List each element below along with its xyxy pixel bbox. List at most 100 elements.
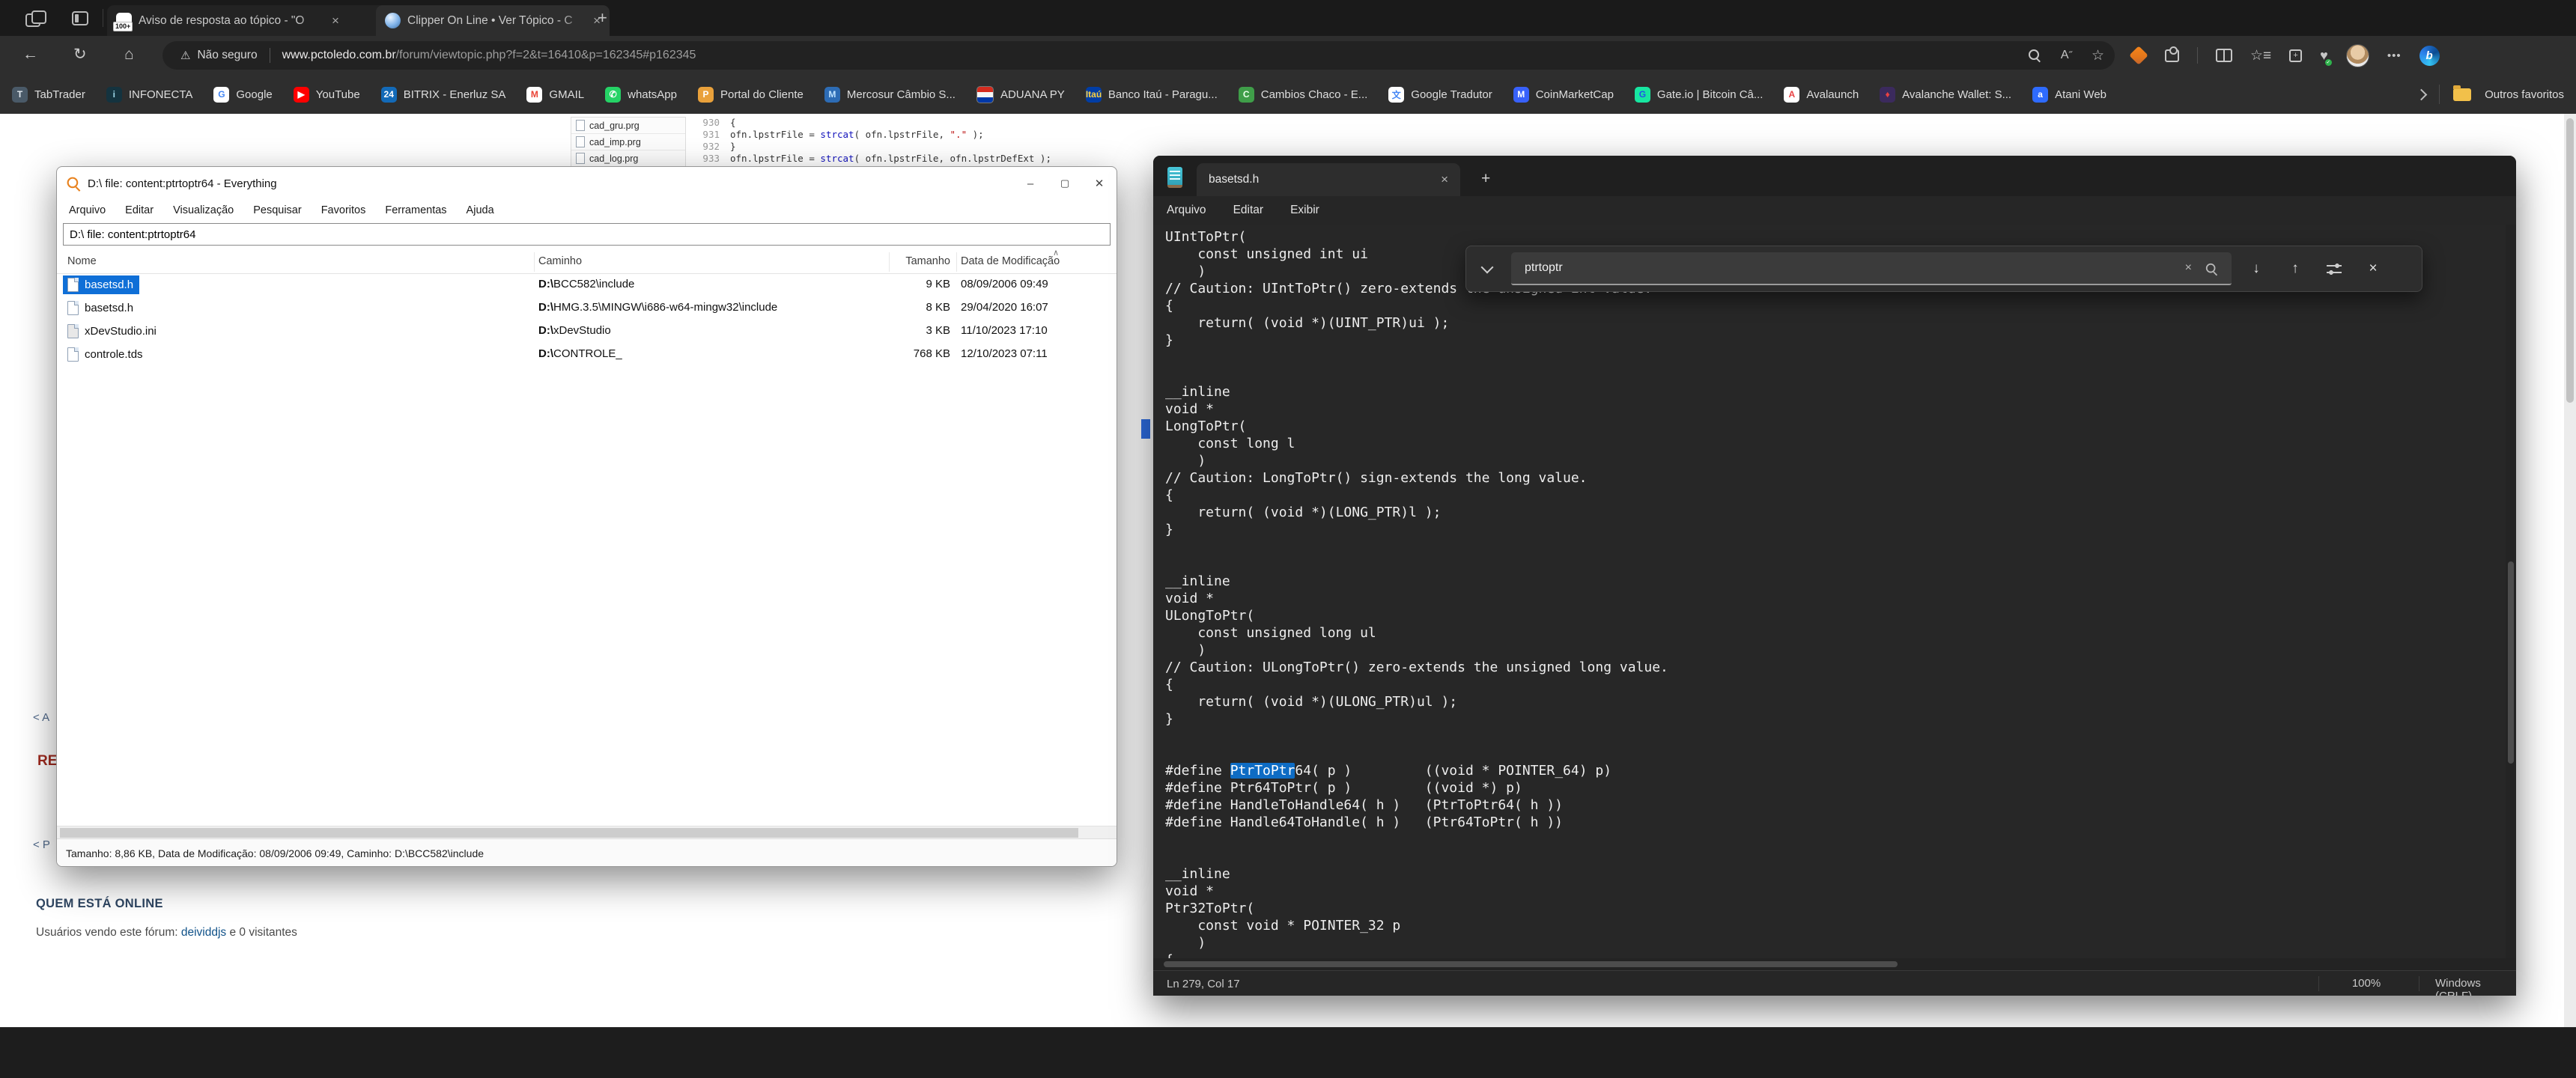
attachment-row[interactable]: cad_log.prg — [571, 150, 685, 167]
profile-avatar[interactable] — [2346, 44, 2369, 67]
search-input[interactable] — [64, 228, 1110, 241]
scrollbar-thumb[interactable] — [1164, 961, 1898, 967]
horizontal-scrollbar[interactable] — [57, 826, 1117, 839]
column-size[interactable]: Tamanho — [843, 255, 950, 267]
line-ending-indicator[interactable]: Windows (CRLF) — [2435, 977, 2516, 996]
refresh-icon[interactable]: ↻ — [73, 45, 87, 64]
file-name-cell[interactable]: basetsd.h — [63, 299, 139, 317]
file-row[interactable]: basetsd.h D:\HMG.3.5\MINGW\i686-w64-ming… — [57, 296, 1117, 320]
close-button[interactable]: ✕ — [1082, 167, 1117, 200]
scrollbar-thumb[interactable] — [2508, 561, 2514, 764]
notepad-document-tab[interactable]: basetsd.h × — [1197, 163, 1460, 196]
zoom-level[interactable]: 100% — [2333, 977, 2400, 990]
column-name[interactable]: Nome — [67, 255, 97, 267]
new-document-tab-button[interactable]: + — [1481, 172, 1490, 186]
browser-tab[interactable]: Clipper On Line • Ver Tópico - C × — [376, 5, 610, 36]
menu-item[interactable]: Arquivo — [1167, 204, 1206, 217]
bookmark-item[interactable]: Itaú Banco Itaú - Paragu... — [1086, 87, 1218, 103]
bookmark-item[interactable]: ▶ YouTube — [294, 87, 360, 103]
url-path[interactable]: /forum/viewtopic.php?f=2&t=16410&p=16234… — [396, 49, 696, 62]
copy-link-icon[interactable]: + — [2289, 49, 2302, 62]
bookmark-item[interactable]: A Avalaunch — [1784, 87, 1859, 103]
column-date[interactable]: Data de Modificação — [961, 255, 1060, 267]
editor-horizontal-scrollbar[interactable] — [1153, 958, 2516, 970]
minimize-button[interactable]: – — [1013, 167, 1048, 200]
menu-item[interactable]: Pesquisar — [253, 204, 301, 216]
tab-close-icon[interactable]: × — [1441, 172, 1448, 187]
bookmark-item[interactable]: T TabTrader — [12, 87, 85, 103]
bookmark-item[interactable]: G Google — [213, 87, 272, 103]
extensions-icon[interactable] — [2165, 49, 2179, 62]
home-icon[interactable]: ⌂ — [124, 45, 134, 64]
bookmark-item[interactable]: G Gate.io | Bitcoin Câ... — [1635, 87, 1763, 103]
bookmark-item[interactable]: M CoinMarketCap — [1513, 87, 1614, 103]
attachment-row[interactable]: cad_gru.prg — [571, 118, 685, 134]
menu-item[interactable]: Favoritos — [321, 204, 366, 216]
read-aloud-icon[interactable]: A˝ — [2061, 49, 2072, 62]
maximize-button[interactable]: ▢ — [1048, 167, 1082, 200]
bookmark-item[interactable]: a Atani Web — [2032, 87, 2106, 103]
search-icon[interactable] — [2206, 263, 2217, 274]
url-host[interactable]: www.pctoledo.com.br — [282, 49, 396, 62]
other-favorites-folder-icon[interactable] — [2453, 88, 2471, 101]
new-tab-button[interactable]: + — [598, 10, 607, 25]
address-bar[interactable]: ⚠ Não seguro www.pctoledo.com.br/forum/v… — [162, 41, 2115, 70]
split-screen-icon[interactable] — [2216, 49, 2232, 62]
back-icon[interactable]: ← — [22, 45, 38, 64]
find-input-box[interactable]: × — [1511, 252, 2232, 285]
menu-item[interactable]: Visualização — [173, 204, 234, 216]
bookmark-item[interactable]: 文 Google Tradutor — [1388, 87, 1492, 103]
menu-item[interactable]: Editar — [1233, 204, 1264, 217]
bookmark-item[interactable]: ♦ Avalanche Wallet: S... — [1880, 87, 2011, 103]
next-topic-link[interactable]: < P — [33, 838, 50, 851]
column-path[interactable]: Caminho — [538, 255, 582, 267]
bookmark-item[interactable]: ✆ whatsApp — [605, 87, 677, 103]
security-label[interactable]: Não seguro — [197, 49, 257, 62]
file-name-cell[interactable]: basetsd.h — [63, 275, 139, 294]
bookmark-item[interactable]: P Portal do Cliente — [698, 87, 804, 103]
bing-chat-icon[interactable]: b — [2419, 46, 2440, 66]
file-row[interactable]: xDevStudio.ini D:\xDevStudio 3 KB 11/10/… — [57, 320, 1117, 343]
menu-item[interactable]: Exibir — [1290, 204, 1319, 217]
more-menu-icon[interactable]: ••• — [2387, 49, 2402, 62]
file-name-cell[interactable]: controle.tds — [63, 345, 149, 364]
tab-close-icon[interactable]: × — [332, 13, 339, 28]
everything-search-box[interactable] — [63, 223, 1111, 246]
clear-icon[interactable]: × — [2185, 261, 2192, 275]
prev-topic-link[interactable]: < A — [33, 711, 49, 724]
notepad-editor[interactable]: UIntToPtr( const unsigned int ui )// Cau… — [1153, 225, 2506, 958]
browser-tab[interactable]: 100+ Aviso de resposta ao tópico - "O × — [107, 5, 390, 36]
scrollbar-thumb[interactable] — [60, 828, 1078, 838]
bookmark-item[interactable]: C Cambios Chaco - E... — [1239, 87, 1368, 103]
tab-workspaces-icon[interactable] — [24, 9, 42, 25]
bookmark-item[interactable]: M GMAIL — [526, 87, 584, 103]
file-row[interactable]: controle.tds D:\CONTROLE_ 768 KB 12/10/2… — [57, 343, 1117, 366]
menu-item[interactable]: Ferramentas — [385, 204, 446, 216]
find-options-icon[interactable] — [2320, 255, 2348, 283]
bookmarks-overflow-icon[interactable] — [2416, 88, 2428, 100]
everything-titlebar[interactable]: D:\ file: content:ptrtoptr64 - Everythin… — [57, 167, 1117, 200]
find-previous-icon[interactable]: ↑ — [2281, 255, 2309, 283]
bookmark-item[interactable]: M Mercosur Câmbio S... — [824, 87, 956, 103]
collections-icon[interactable]: ☆≡ — [2250, 47, 2271, 64]
find-next-icon[interactable]: ↓ — [2242, 255, 2270, 283]
editor-vertical-scrollbar[interactable] — [2506, 225, 2516, 958]
reply-button[interactable]: RE — [37, 753, 57, 770]
browser-essentials-icon[interactable]: ♥✓ — [2320, 48, 2328, 64]
vertical-tabs-icon[interactable] — [72, 9, 90, 25]
file-row[interactable]: basetsd.h D:\BCC582\include 9 KB 08/09/2… — [57, 273, 1117, 296]
menu-item[interactable]: Ajuda — [467, 204, 494, 216]
bookmark-item[interactable]: i INFONECTA — [106, 87, 193, 103]
zoom-in-icon[interactable] — [2029, 49, 2041, 62]
find-close-icon[interactable]: × — [2359, 255, 2387, 283]
attachment-row[interactable]: cad_imp.prg — [571, 134, 685, 150]
menu-item[interactable]: Editar — [125, 204, 154, 216]
bookmark-item[interactable]: ADUANA PY — [976, 86, 1065, 103]
favorite-star-icon[interactable]: ☆ — [2092, 47, 2104, 64]
file-name-cell[interactable]: xDevStudio.ini — [63, 322, 162, 341]
bookmark-item[interactable]: 24 BITRIX - Enerluz SA — [381, 87, 506, 103]
metamask-icon[interactable] — [2129, 46, 2148, 65]
other-favorites-label[interactable]: Outros favoritos — [2485, 88, 2564, 101]
find-input[interactable] — [1511, 261, 2185, 275]
menu-item[interactable]: Arquivo — [69, 204, 106, 216]
